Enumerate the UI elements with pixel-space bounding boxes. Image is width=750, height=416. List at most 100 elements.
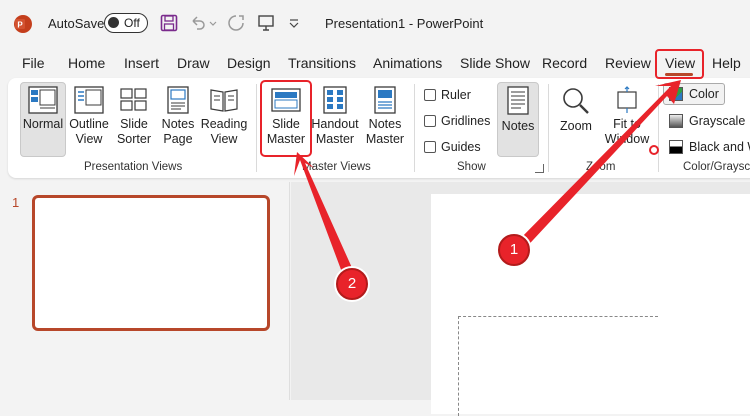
- handout-master-label-2: Master: [315, 132, 355, 146]
- tab-slide-show[interactable]: Slide Show: [460, 55, 530, 71]
- tab-help[interactable]: Help: [712, 55, 741, 71]
- master-views-group-label: Master Views: [302, 161, 371, 173]
- fit-to-window-button[interactable]: Fit to Window: [602, 86, 652, 147]
- annotation-badge-1: 1: [498, 234, 530, 266]
- autosave-state: Off: [124, 16, 140, 30]
- guides-checkbox[interactable]: Guides: [424, 140, 481, 154]
- customize-toolbar-icon[interactable]: [287, 13, 301, 33]
- tab-design[interactable]: Design: [227, 55, 271, 71]
- tab-review[interactable]: Review: [605, 55, 651, 71]
- color-label: Color: [689, 87, 719, 101]
- black-and-white-button[interactable]: Black and White: [669, 140, 750, 154]
- reading-view-icon: [210, 89, 238, 112]
- tab-file[interactable]: File: [22, 55, 45, 71]
- tab-animations[interactable]: Animations: [373, 55, 442, 71]
- magnifier-icon: [563, 88, 589, 114]
- fit-to-window-label-1: Fit to: [613, 117, 641, 131]
- color-swatch-icon: [669, 87, 683, 101]
- notes-page-icon: [167, 86, 189, 114]
- slide-thumbnail[interactable]: [32, 195, 270, 331]
- outline-view-label-2: View: [75, 132, 103, 146]
- grayscale-label: Grayscale: [689, 114, 746, 128]
- slide-sorter-label-1: Slide: [120, 117, 148, 131]
- title-bar: P AutoSave Off Presentation1 - PowerPoin…: [0, 0, 750, 46]
- notes-master-label-1: Notes: [368, 117, 402, 131]
- normal-view-icon: [28, 86, 58, 114]
- slide-master-highlight-box: [260, 80, 312, 157]
- ribbon-separator: [548, 84, 549, 172]
- outline-view-button[interactable]: Outline View: [68, 86, 110, 147]
- handout-master-button[interactable]: Handout Master: [310, 86, 360, 147]
- undo-icon[interactable]: [188, 13, 208, 33]
- grayscale-button[interactable]: Grayscale: [669, 114, 745, 128]
- reading-view-label-1: Reading: [200, 117, 248, 131]
- redo-icon[interactable]: [226, 13, 246, 33]
- color-grayscale-group-label: Color/Grayscale: [683, 161, 750, 173]
- show-dialog-launcher-icon[interactable]: [535, 164, 544, 173]
- autosave-label: AutoSave: [48, 16, 105, 31]
- ruler-checkbox[interactable]: Ruler: [424, 88, 471, 102]
- slide-placeholder[interactable]: [458, 316, 658, 416]
- outline-view-label-1: Outline: [69, 117, 109, 131]
- notes-icon: [507, 86, 529, 115]
- checkbox-box: [424, 141, 436, 153]
- tab-home[interactable]: Home: [68, 55, 105, 71]
- undo-dropdown-icon[interactable]: [208, 13, 218, 33]
- slide-sorter-icon: [120, 88, 147, 111]
- zoom-group-label: Zoom: [586, 161, 616, 173]
- fit-to-window-icon: [617, 86, 637, 113]
- view-tab-highlight-box: [655, 49, 704, 79]
- svg-text:P: P: [17, 21, 23, 30]
- gridlines-checkbox[interactable]: Gridlines: [424, 114, 490, 128]
- notes-master-label-2: Master: [365, 132, 405, 146]
- slide-number: 1: [12, 195, 20, 210]
- zoom-button[interactable]: Zoom: [554, 86, 598, 134]
- ribbon-separator: [658, 84, 659, 172]
- tab-record[interactable]: Record: [542, 55, 587, 71]
- ruler-label: Ruler: [441, 88, 471, 102]
- notes-page-button[interactable]: Notes Page: [158, 86, 198, 147]
- ribbon-separator: [256, 84, 257, 172]
- zoom-label: Zoom: [560, 119, 592, 133]
- tab-insert[interactable]: Insert: [124, 55, 159, 71]
- color-button[interactable]: Color: [669, 87, 719, 101]
- fit-to-window-label-2: Window: [604, 132, 650, 146]
- handout-master-icon: [323, 86, 347, 114]
- grayscale-swatch-icon: [669, 114, 683, 128]
- notes-label: Notes: [501, 119, 535, 133]
- slide-sorter-label-2: Sorter: [116, 132, 152, 146]
- tab-transitions[interactable]: Transitions: [288, 55, 356, 71]
- normal-view-label: Normal: [22, 117, 64, 131]
- present-from-beginning-icon[interactable]: [256, 13, 276, 33]
- document-title: Presentation1 - PowerPoint: [325, 16, 484, 31]
- toggle-knob: [108, 17, 119, 28]
- normal-view-button[interactable]: Normal: [20, 86, 66, 132]
- presentation-views-group-label: Presentation Views: [84, 161, 183, 173]
- gridlines-label: Gridlines: [441, 114, 491, 128]
- ribbon-tab-bar: File Home Insert Draw Design Transitions…: [0, 46, 750, 80]
- tab-draw[interactable]: Draw: [177, 55, 210, 71]
- notes-master-button[interactable]: Notes Master: [362, 86, 408, 147]
- annotation-badge-2: 2: [336, 268, 368, 300]
- guides-label: Guides: [441, 140, 481, 154]
- black-white-swatch-icon: [669, 140, 683, 154]
- outline-view-icon: [74, 86, 104, 114]
- slide-thumbnails-pane: 1: [0, 182, 290, 400]
- notes-master-icon: [374, 86, 396, 114]
- save-icon[interactable]: [159, 13, 179, 33]
- show-group-label: Show: [457, 161, 486, 173]
- checkbox-box: [424, 89, 436, 101]
- notes-toggle-button[interactable]: Notes: [497, 86, 539, 134]
- notes-page-label-2: Page: [163, 132, 193, 146]
- notes-page-label-1: Notes: [161, 117, 195, 131]
- powerpoint-logo-icon: P: [14, 15, 32, 33]
- black-and-white-label: Black and White: [689, 140, 750, 154]
- slide-sorter-button[interactable]: Slide Sorter: [114, 86, 154, 147]
- reading-view-label-2: View: [210, 132, 238, 146]
- handout-master-label-1: Handout: [311, 117, 359, 131]
- autosave-toggle[interactable]: Off: [104, 13, 148, 33]
- ribbon: Normal Outline View Slide Sorter Notes P…: [8, 78, 750, 178]
- ribbon-separator: [414, 84, 415, 172]
- checkbox-box: [424, 115, 436, 127]
- reading-view-button[interactable]: Reading View: [200, 86, 248, 147]
